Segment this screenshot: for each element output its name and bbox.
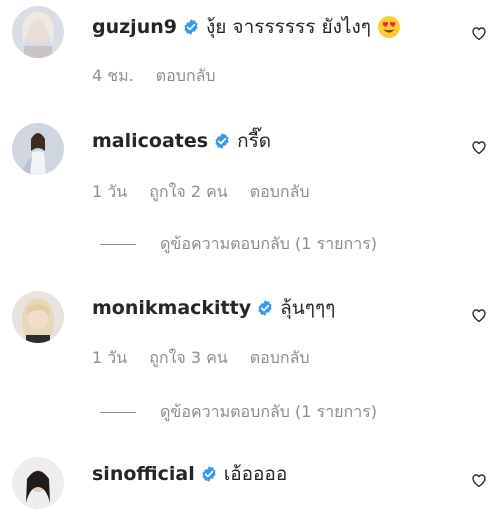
comment-time: 1 วัน	[92, 182, 128, 201]
avatar[interactable]	[12, 291, 64, 343]
verified-badge-icon	[182, 18, 200, 36]
reply-button[interactable]: ตอบกลับ	[250, 182, 310, 202]
reply-button[interactable]: ตอบกลับ	[156, 66, 216, 86]
avatar[interactable]	[12, 457, 64, 509]
reply-button[interactable]: ตอบกลับ	[250, 348, 310, 368]
verified-badge-icon	[200, 465, 218, 483]
avatar[interactable]	[12, 6, 64, 58]
heart-eyes-emoji-icon	[377, 15, 401, 39]
comment-username[interactable]: monikmackitty	[92, 296, 251, 320]
comment-username[interactable]: sinofficial	[92, 462, 195, 486]
view-replies-label: ดูข้อความตอบกลับ (1 รายการ)	[160, 402, 378, 421]
like-heart-icon[interactable]	[470, 24, 488, 42]
comment-time: 4 ชม.	[92, 66, 134, 85]
comment-username[interactable]: guzjun9	[92, 15, 177, 39]
divider	[100, 411, 136, 413]
verified-badge-icon	[213, 132, 231, 150]
comment-text: เอ้ออออ	[223, 463, 288, 485]
like-heart-icon[interactable]	[470, 306, 488, 324]
comment-text: งุ้ย จารรรรรร ยังไงๆ	[205, 16, 371, 38]
view-replies-button[interactable]: ดูข้อความตอบกลับ (1 รายการ)	[100, 234, 377, 254]
avatar[interactable]	[12, 123, 64, 175]
likes-count[interactable]: ถูกใจ 3 คน	[149, 348, 228, 368]
comment-text: กรี๊ด	[237, 130, 272, 152]
likes-count[interactable]: ถูกใจ 2 คน	[149, 182, 228, 202]
like-heart-icon[interactable]	[470, 138, 488, 156]
like-heart-icon[interactable]	[470, 471, 488, 489]
divider	[100, 243, 136, 245]
view-replies-label: ดูข้อความตอบกลับ (1 รายการ)	[160, 234, 378, 253]
comment-text: ลุ้นๆๆๆ	[280, 297, 336, 319]
comment-time: 1 วัน	[92, 348, 128, 367]
view-replies-button[interactable]: ดูข้อความตอบกลับ (1 รายการ)	[100, 402, 377, 422]
comment-username[interactable]: malicoates	[92, 129, 208, 153]
verified-badge-icon	[256, 299, 274, 317]
